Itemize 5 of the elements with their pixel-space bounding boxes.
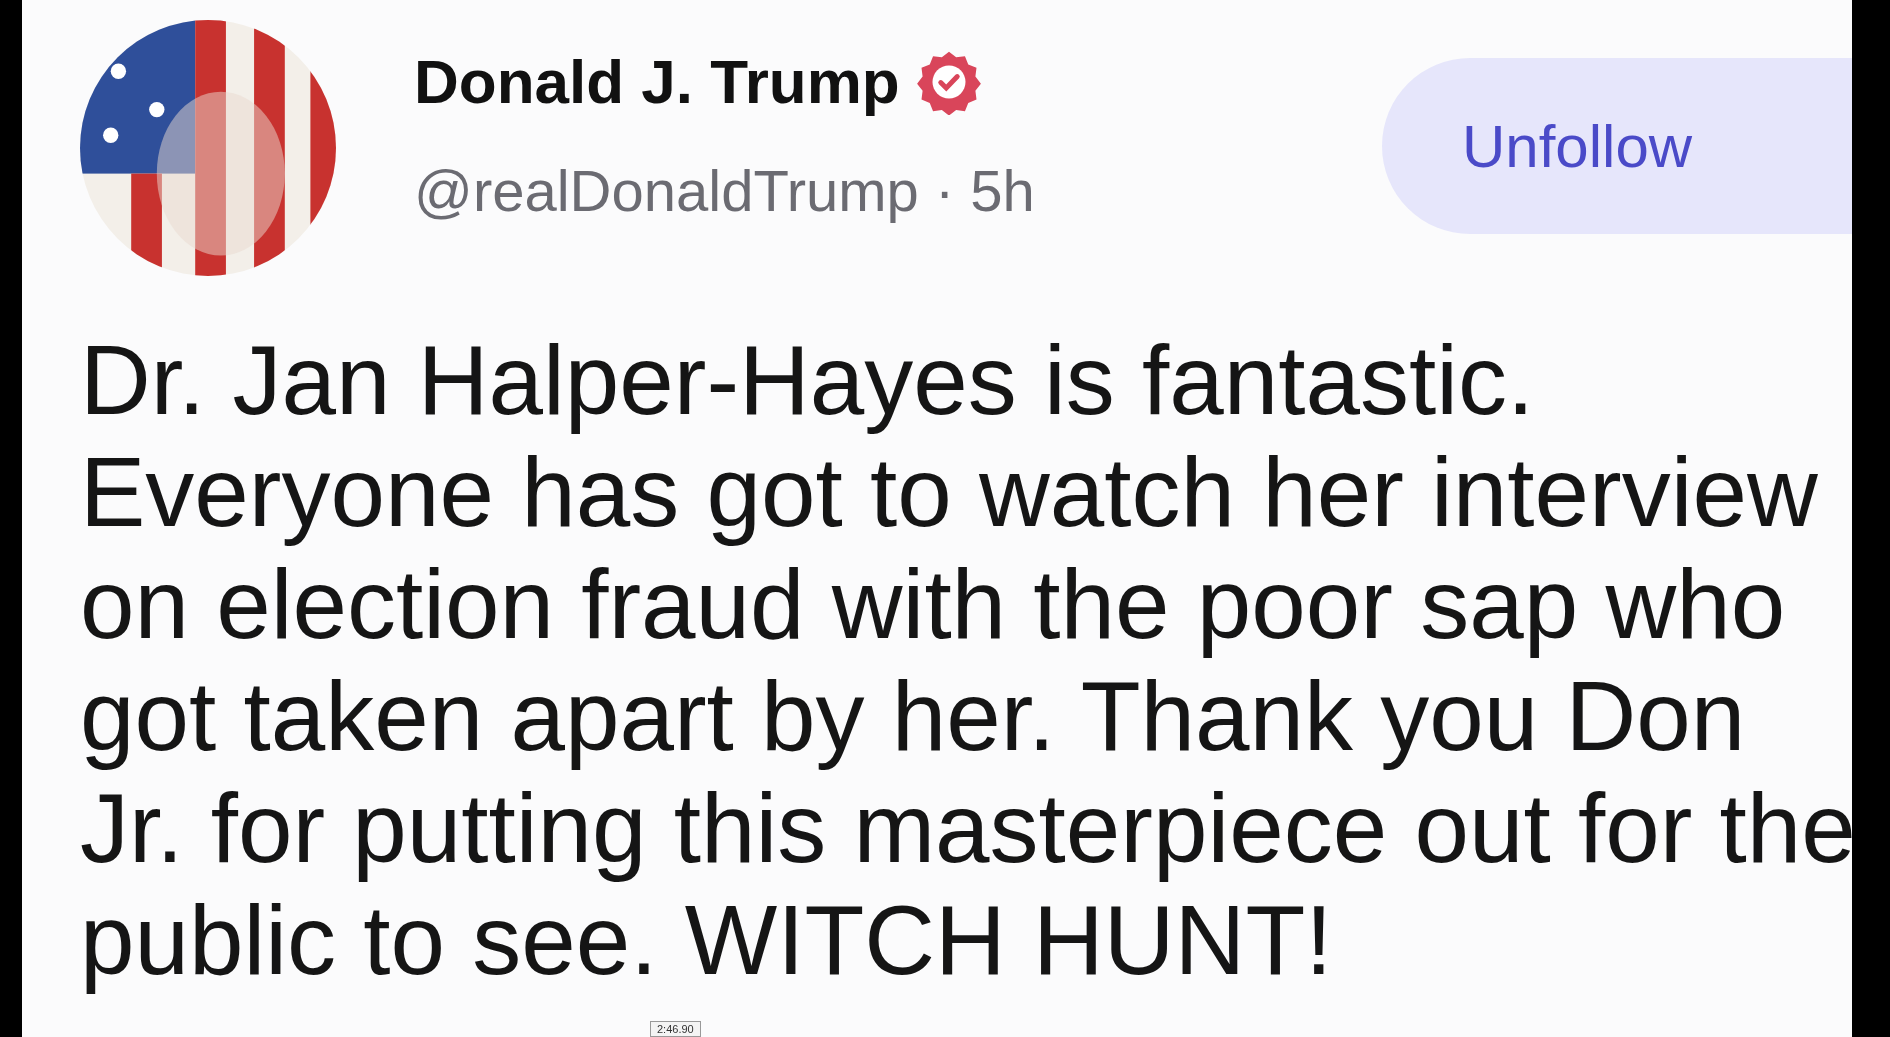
unfollow-button[interactable]: Unfollow xyxy=(1382,58,1852,234)
post-text: Dr. Jan Halper-Hayes is fantastic. Everyone has got to watch her interview on election fraud with the poor sap who got taken apart by her. Thank you Don Jr. for putting this masterpiece out for the public to see. WITCH HUNT! xyxy=(80,324,1857,996)
author-name: Donald J. Trump xyxy=(414,46,900,117)
author-handle: @realDonaldTrump · 5h xyxy=(414,157,1036,224)
video-timestamp: 2:46.90 xyxy=(650,1021,701,1037)
